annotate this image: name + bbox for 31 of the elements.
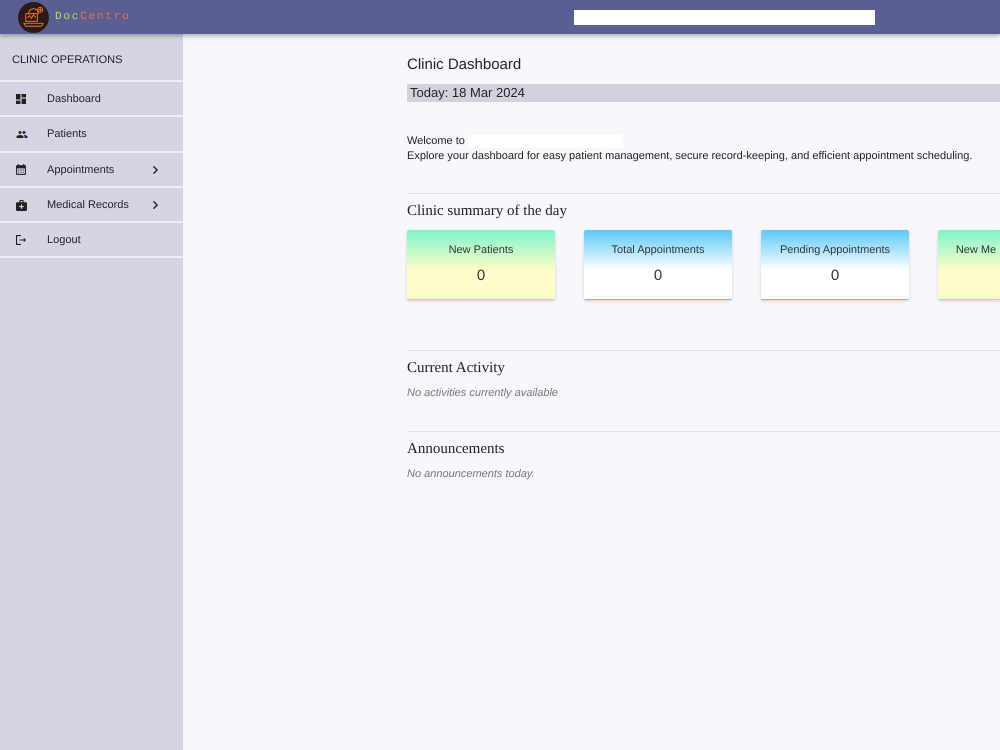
stat-label: Pending Appointments: [780, 243, 890, 257]
welcome-text: Welcome to: [407, 134, 465, 148]
sidebar-item[interactable]: Logout: [0, 223, 183, 258]
stat-value: 0: [654, 267, 662, 285]
sidebar-item[interactable]: Dashboard: [0, 82, 183, 118]
calendar-icon: [16, 164, 26, 176]
stat-label: Total Appointments: [612, 243, 704, 257]
stat-value: 0: [830, 267, 840, 285]
section-heading: Current Activity: [407, 359, 506, 377]
section-heading: Clinic summary of the day: [407, 202, 568, 220]
medical-bag-icon: [16, 200, 27, 211]
page-title: Clinic Dashboard: [407, 56, 522, 74]
sidebar-item[interactable]: Patients: [0, 117, 183, 153]
chevron-icon: [153, 201, 158, 210]
empty-message: No announcements today.: [407, 467, 536, 481]
sidebar-item[interactable]: Appointments: [0, 152, 183, 188]
logout-icon: [16, 235, 26, 246]
stat-label: New Me: [956, 243, 996, 257]
logo-icon: [18, 2, 49, 32]
chevron-icon: [153, 166, 158, 174]
sidebar-title: CLINIC OPERATIONS: [0, 34, 183, 82]
intro-text: Explore your dashboard for easy patient management, secure record-keeping, and efficient appointment scheduling.: [407, 149, 974, 164]
stat-value: 0: [476, 267, 486, 285]
logo-text: Doc Centro: [55, 10, 131, 24]
sidebar-item[interactable]: Medical Records: [0, 188, 183, 224]
section-heading: Announcements: [407, 440, 506, 458]
dashboard-icon: [16, 94, 26, 104]
people-icon: [16, 130, 28, 138]
empty-message: No activities currently available: [407, 386, 560, 400]
stat-label: New Patients: [448, 243, 514, 257]
date-banner: Today: 18 Mar 2024: [407, 84, 1000, 102]
